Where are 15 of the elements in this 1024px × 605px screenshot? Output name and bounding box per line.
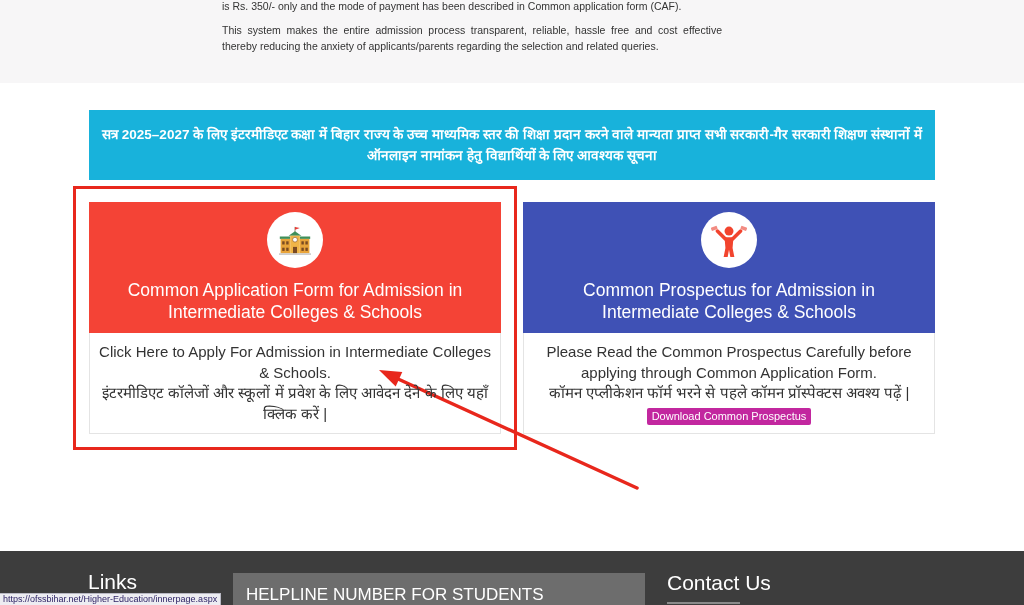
apply-link[interactable]: Click Here to Apply For Admission in Intermediate Colleges & Schools. [98, 342, 492, 383]
contact-heading: Contact Us [667, 571, 771, 595]
card-description: Please Read the Common Prospectus Carefully before applying through Common Application Form. [545, 342, 913, 383]
notice-text: सत्र 2025–2027 के लिए इंटरमीडिएट कक्षा में बिहार राज्य के उच्च माध्यमिक स्तर की शिक्षा प्रदान करने वाले मान्यता प्राप्त सभी सरकारी-गैर सरकारी शिक्षण संस्थानों में ऑनलाइन नामांकन हेतु विद्यार्थियों के लिए आवश्यक सूचना [100, 125, 924, 166]
download-button[interactable]: Download Common Prospectus [646, 407, 812, 425]
links-heading: Links [88, 570, 139, 594]
helpline-heading: HELPLINE NUMBER FOR STUDENTS [246, 585, 545, 605]
status-url-tooltip: https://ofssbihar.net/Higher-Education/innerpage.aspx [0, 593, 222, 605]
person-cheering-icon [701, 212, 757, 268]
card-description: कॉमन एप्लीकेशन फॉर्म भरने से पहले कॉमन प्रॉस्पेक्टस अवश्य पढ़ें | [548, 383, 910, 403]
intro-paragraph: This system makes the entire admission process transparent, reliable, hassle free and cost effective thereby reducing the anxiety of applicants/parents regarding the selection and related queries. [222, 23, 722, 54]
intro-paragraph: is Rs. 350/- only and the mode of payment has been described in Common application form (CAF). [222, 0, 683, 13]
card-title: Common Prospectus for Admission in Intermediate Colleges & Schools [582, 279, 876, 323]
card-title: Common Application Form for Admission in Intermediate Colleges & Schools [126, 279, 464, 323]
school-building-icon [267, 212, 323, 268]
